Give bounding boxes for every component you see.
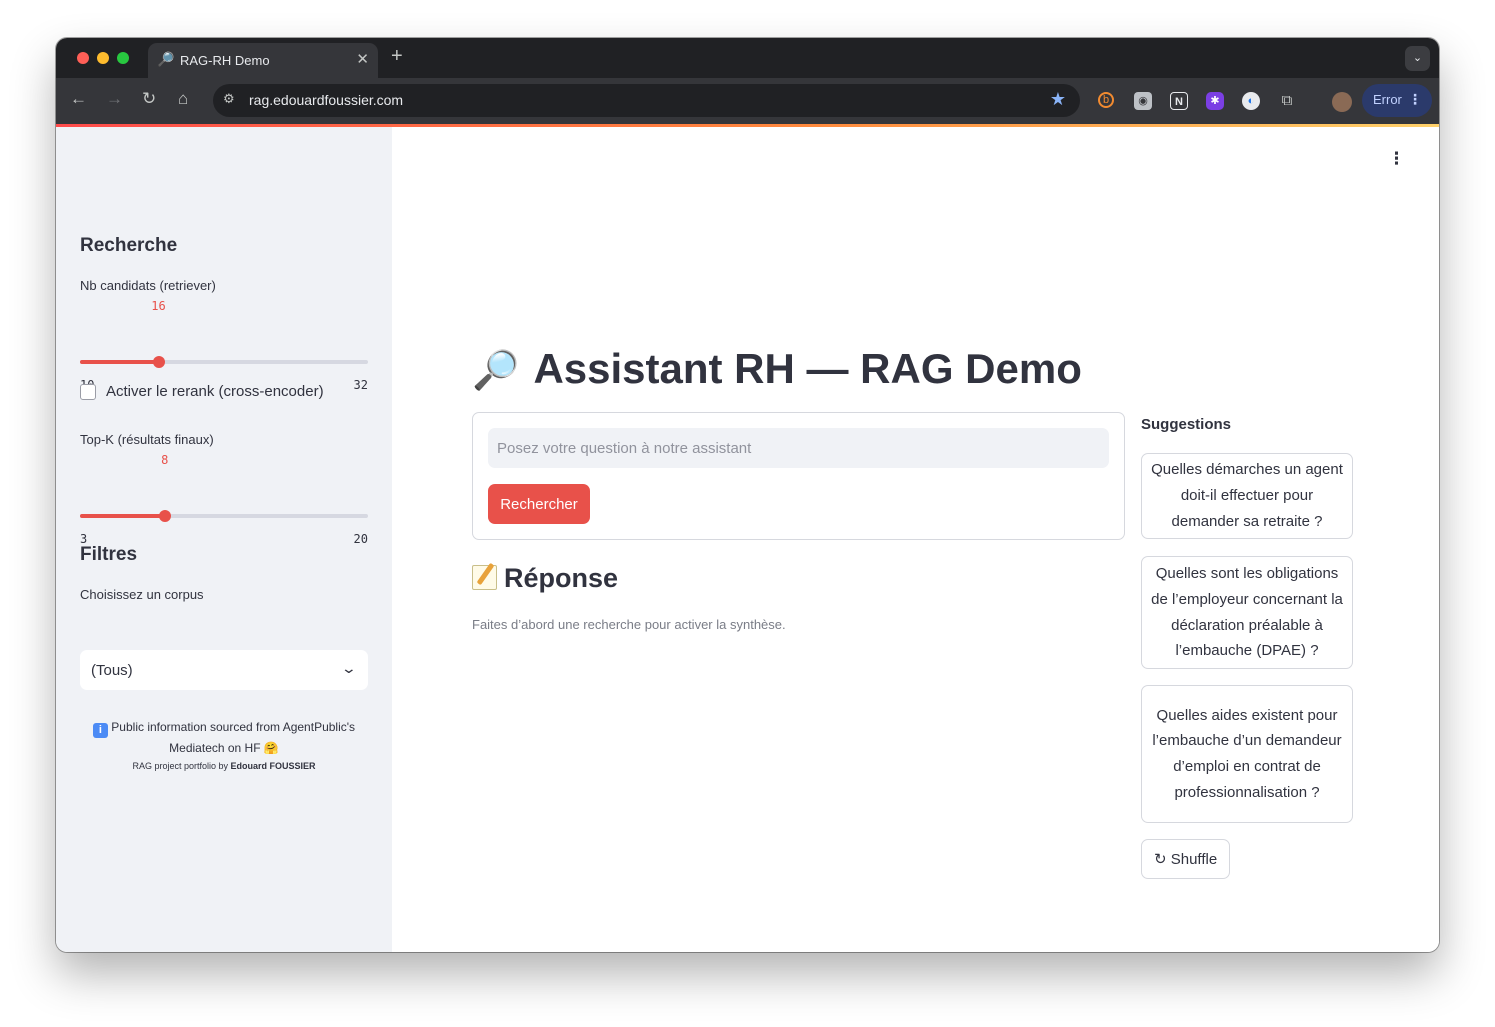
kebab-icon: ⋮ — [1408, 91, 1422, 107]
credit-prefix: RAG project portfolio by — [132, 761, 231, 771]
corpus-select-value: (Tous) — [91, 662, 133, 679]
profile-error-button[interactable]: Error ⋮ — [1362, 84, 1432, 117]
corpus-select-label: Choisissez un corpus — [80, 587, 204, 602]
close-window-button[interactable] — [77, 52, 89, 64]
credit-author: Edouard FOUSSIER — [230, 761, 316, 771]
retriever-slider[interactable] — [80, 356, 368, 368]
retriever-slider-fill — [80, 360, 159, 364]
magnifier-icon: 🔎 — [472, 350, 520, 392]
purple-extension-icon[interactable]: ✱ — [1206, 92, 1224, 110]
retriever-slider-label: Nb candidats (retriever) — [80, 278, 216, 293]
puzzle-icon[interactable]: ⧉ — [1278, 92, 1296, 110]
suggestions-heading: Suggestions — [1141, 416, 1232, 433]
browser-tab[interactable]: 🔎 RAG-RH Demo ✕ — [148, 43, 378, 78]
avatar[interactable] — [1332, 92, 1352, 112]
site-info-icon[interactable]: ⚙ — [223, 91, 235, 107]
suggestion-button[interactable]: Quelles sont les obligations de l’employ… — [1141, 556, 1353, 669]
topk-slider-max: 20 — [353, 532, 368, 546]
browser-toolbar: ← → ↻ ⌂ ⚙ rag.edouardfoussier.com ★ b ◉ … — [56, 78, 1439, 124]
search-heading: Recherche — [80, 235, 178, 256]
close-tab-icon[interactable]: ✕ — [356, 50, 369, 68]
bookmark-star-icon[interactable]: ★ — [1050, 89, 1066, 110]
tab-title: RAG-RH Demo — [180, 53, 270, 68]
maximize-window-button[interactable] — [117, 52, 129, 64]
info-icon: i — [92, 723, 108, 738]
page-title-text: Assistant RH — RAG Demo — [533, 345, 1082, 392]
chevron-down-icon: ⌄ — [340, 660, 358, 676]
topk-slider-label: Top-K (résultats finaux) — [80, 432, 214, 447]
corpus-select[interactable]: (Tous) ⌄ — [80, 650, 368, 690]
search-button[interactable]: Rechercher — [488, 484, 590, 524]
browser-window: 🔎 RAG-RH Demo ✕ + ⌄ ← → ↻ ⌂ ⚙ rag.edouar… — [56, 38, 1439, 952]
address-bar[interactable]: ⚙ rag.edouardfoussier.com ★ — [213, 84, 1080, 117]
source-note-text: Public information sourced from AgentPub… — [111, 720, 356, 755]
main-content: ⋮ 🔎 Assistant RH — RAG Demo Rechercher R… — [392, 127, 1439, 952]
retriever-slider-thumb[interactable] — [152, 356, 165, 368]
retriever-slider-value: 16 — [151, 299, 166, 313]
magnifier-icon: 🔎 — [157, 51, 175, 67]
topk-slider-value: 8 — [161, 453, 169, 467]
error-label: Error — [1373, 92, 1402, 107]
source-note: i Public information sourced from AgentP… — [80, 717, 368, 758]
shuffle-button[interactable]: ↻ Shuffle — [1141, 839, 1231, 879]
notion-extension-icon[interactable]: N — [1170, 92, 1188, 110]
forward-arrow-icon[interactable]: → — [106, 89, 123, 109]
topk-slider-fill — [80, 514, 165, 518]
extension-orange-icon[interactable]: b — [1098, 92, 1114, 108]
answer-hint: Faites d’abord une recherche pour active… — [472, 617, 786, 632]
credit-line: RAG project portfolio by Edouard FOUSSIE… — [80, 761, 368, 771]
home-icon[interactable]: ⌂ — [178, 89, 188, 109]
filters-heading: Filtres — [80, 544, 138, 565]
suggestion-button[interactable]: Quelles démarches un agent doit-il effec… — [1141, 453, 1353, 539]
back-arrow-icon[interactable]: ← — [70, 89, 87, 109]
url-text[interactable]: rag.edouardfoussier.com — [249, 92, 403, 108]
minimize-window-button[interactable] — [97, 52, 109, 64]
reload-icon[interactable]: ↻ — [142, 89, 156, 109]
tab-search-button[interactable]: ⌄ — [1405, 46, 1430, 71]
sidebar: Recherche Nb candidats (retriever) 16 10… — [56, 127, 392, 952]
suggestion-button[interactable]: Quelles aides existent pour l’embauche d… — [1141, 685, 1353, 823]
new-tab-button[interactable]: + — [391, 45, 403, 68]
question-input[interactable] — [488, 428, 1109, 468]
memo-icon — [472, 565, 497, 590]
topk-slider[interactable] — [80, 510, 368, 522]
query-form: Rechercher — [472, 412, 1125, 540]
retriever-slider-max: 32 — [353, 378, 368, 392]
answer-heading: Réponse — [472, 563, 618, 594]
camera-extension-icon[interactable]: ◉ — [1134, 92, 1152, 110]
blue-extension-icon[interactable]: ◐ — [1242, 92, 1260, 110]
main-menu-icon[interactable]: ⋮ — [1388, 149, 1405, 169]
rerank-checkbox-label[interactable]: Activer le rerank (cross-encoder) — [106, 383, 324, 400]
answer-heading-text: Réponse — [504, 563, 619, 593]
tab-strip: 🔎 RAG-RH Demo ✕ + ⌄ — [56, 38, 1439, 78]
page-title: 🔎 Assistant RH — RAG Demo — [472, 345, 1082, 393]
topk-slider-thumb[interactable] — [158, 510, 171, 522]
rerank-checkbox[interactable] — [80, 384, 96, 400]
